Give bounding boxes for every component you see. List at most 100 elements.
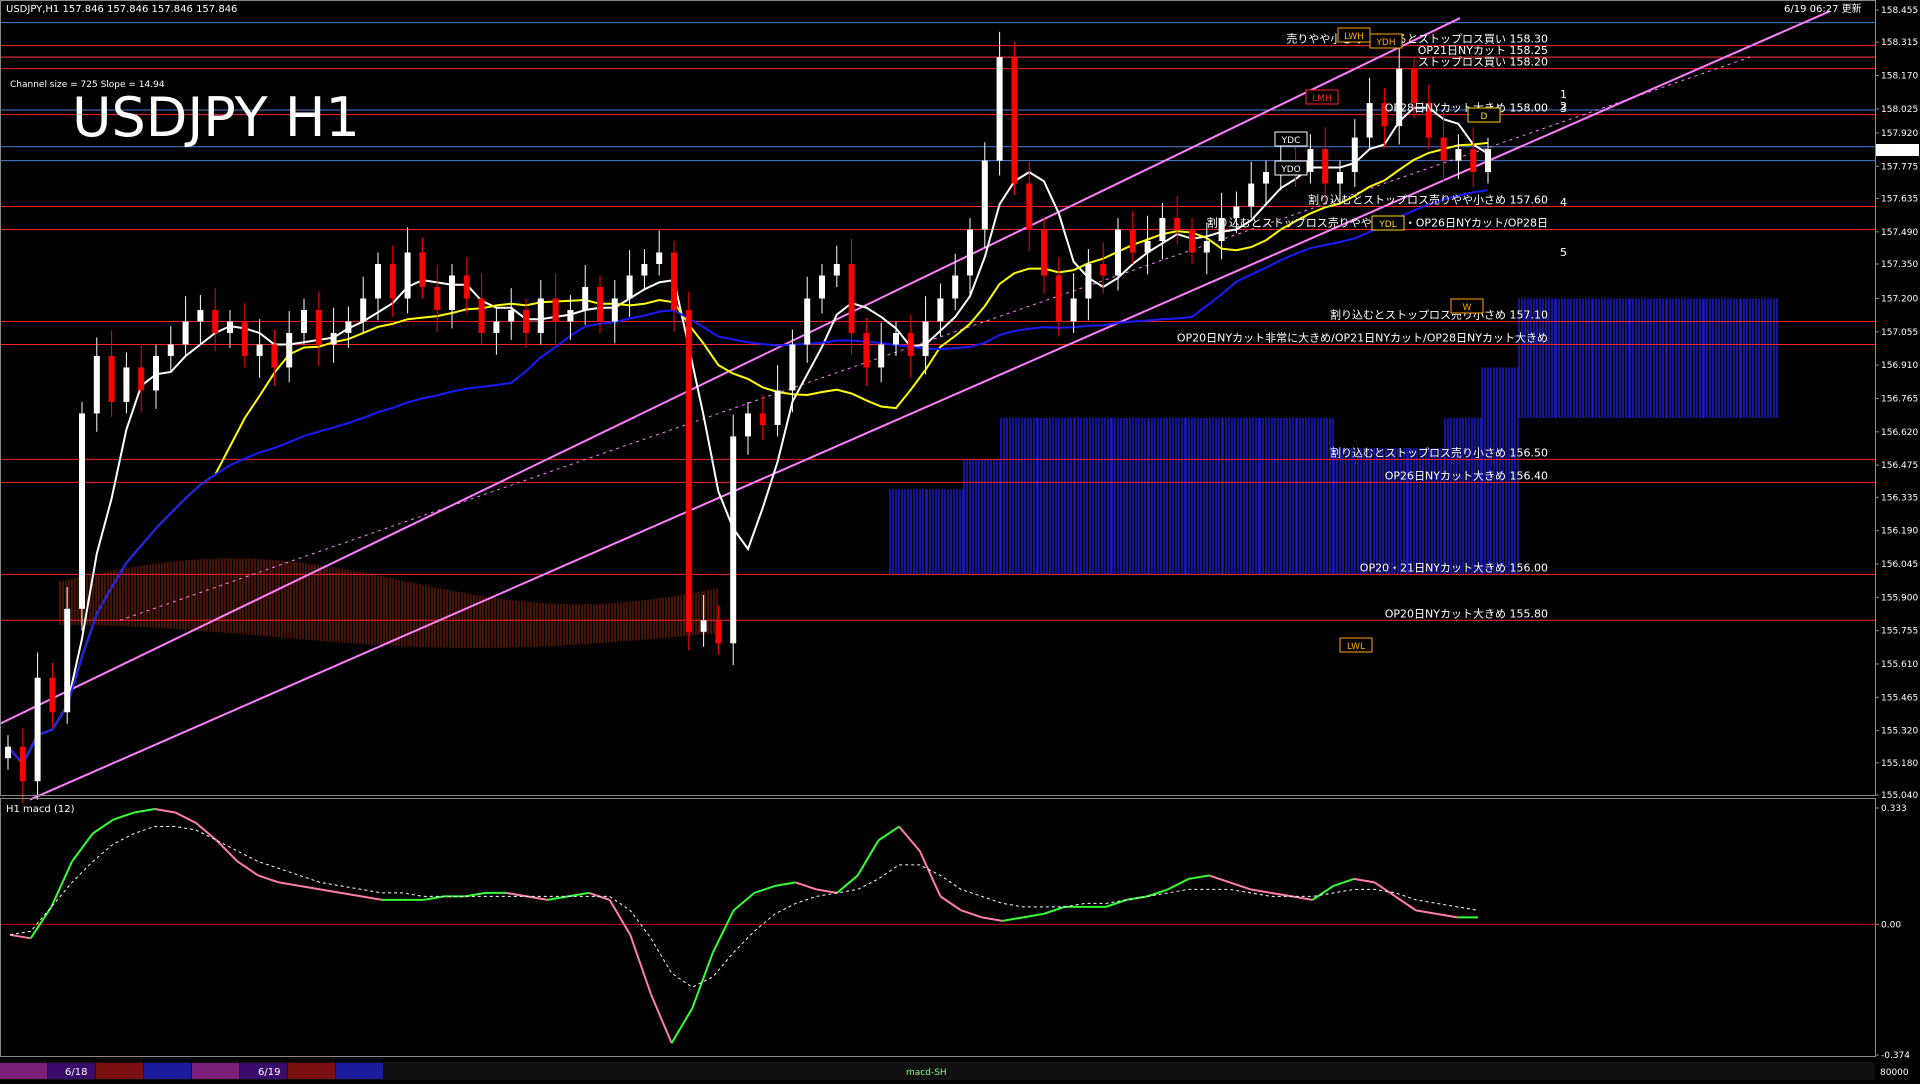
- symbol-info: USDJPY,H1 157.846 157.846 157.846 157.84…: [6, 4, 237, 15]
- marker-lwh-label: LWH: [1344, 32, 1364, 42]
- price-chart[interactable]: 売りやや小さめ・超えるとストップロス買い 158.30OP21日NYカット 15…: [0, 0, 1920, 1080]
- y-tick-label: 156.190: [1881, 527, 1918, 537]
- candle-body: [138, 367, 145, 391]
- candle-body: [212, 309, 219, 333]
- candle-body: [582, 286, 589, 310]
- candle-body: [153, 355, 159, 391]
- y-tick-label: 158.170: [1881, 72, 1918, 82]
- candle-body: [1011, 57, 1018, 184]
- y-tick-label: 156.335: [1881, 493, 1918, 503]
- candle-body: [656, 252, 663, 265]
- y-tick-label: 155.755: [1881, 627, 1918, 637]
- macd-tick-label: 0.333: [1881, 804, 1907, 814]
- level-label: 割り込むとストップロス売り小さめ 157.10: [1330, 307, 1548, 321]
- y-tick-label: 157.350: [1881, 260, 1918, 270]
- level-label: 割り込むとストップロス売りやや小さめ 157.60: [1308, 193, 1548, 207]
- candle-body: [449, 275, 455, 310]
- footer-tab-6-19[interactable]: 6/19: [258, 1067, 280, 1078]
- candle-body: [700, 620, 707, 632]
- candle-body: [804, 298, 811, 345]
- candle-body: [301, 309, 307, 333]
- candle-body: [197, 309, 204, 322]
- candle-body: [759, 413, 766, 425]
- candle-body: [907, 332, 914, 356]
- chart-terminal[interactable]: 売りやや小さめ・超えるとストップロス買い 158.30 OP21日NYカット 15…: [0, 0, 1920, 1080]
- clock-label: 6/19 06:27 更新: [1784, 2, 1862, 15]
- candle-body: [1322, 149, 1329, 184]
- footer-bottom-right: 80000: [1880, 1068, 1909, 1078]
- candle-body: [567, 309, 574, 322]
- candle-body: [967, 229, 973, 276]
- macd-tick-label: -0.374: [1881, 1051, 1910, 1061]
- candle-body: [1100, 264, 1107, 276]
- y-tick-label: 157.920: [1881, 129, 1918, 139]
- y-tick-label: 156.765: [1881, 394, 1918, 404]
- y-tick-label: 157.775: [1881, 162, 1918, 172]
- candle-body: [345, 321, 352, 333]
- level-label: 割り込むとストップロス売り小さめ 156.50: [1330, 445, 1548, 459]
- y-tick-label: 157.490: [1881, 228, 1918, 238]
- candle-body: [478, 298, 485, 333]
- y-tick-label: 156.620: [1881, 428, 1918, 438]
- candle-body: [537, 298, 544, 333]
- y-tick-label: 155.900: [1881, 593, 1918, 603]
- chart-big-title: USDJPY H1: [72, 86, 360, 149]
- candle-body: [286, 332, 293, 368]
- y-tick-label: 158.315: [1881, 38, 1918, 48]
- y-tick-label: 155.040: [1881, 791, 1918, 801]
- marker-ydh-label: YDH: [1375, 38, 1395, 48]
- candle-body: [1189, 229, 1195, 253]
- candle-body: [419, 252, 426, 287]
- candle-body: [463, 275, 470, 299]
- candle-body: [375, 264, 381, 299]
- candle-body: [937, 298, 944, 322]
- projection-label: 4: [1560, 196, 1567, 209]
- candle-body: [878, 344, 885, 368]
- candle-body: [508, 309, 515, 322]
- current-price-tag: [1876, 143, 1919, 156]
- candle-body: [1174, 218, 1181, 230]
- candle-body: [833, 264, 840, 276]
- candle-body: [597, 286, 603, 322]
- footer-block: [192, 1063, 239, 1079]
- candle-body: [108, 355, 115, 402]
- footer-block: [288, 1063, 335, 1079]
- candle-body: [227, 321, 233, 333]
- candle-body: [789, 344, 796, 391]
- macd-title: H1 macd (12): [6, 804, 75, 815]
- footer-status: macd-SH: [906, 1068, 947, 1078]
- y-tick-label: 158.025: [1881, 105, 1918, 115]
- candle-body: [93, 355, 100, 414]
- candle-body: [641, 264, 648, 276]
- macd-tick-label: 0.00: [1881, 920, 1901, 930]
- candle-body: [1055, 275, 1062, 322]
- candle-body: [611, 298, 618, 322]
- candle-body: [1070, 298, 1077, 322]
- candle-body: [493, 321, 500, 333]
- candle-body: [79, 413, 85, 609]
- candle-body: [981, 160, 988, 230]
- y-tick-label: 155.320: [1881, 727, 1918, 737]
- candle-body: [182, 321, 189, 345]
- candle-body: [5, 746, 11, 759]
- level-label: OP28日NYカット大きめ 158.00: [1385, 101, 1548, 115]
- y-tick-label: 158.455: [1881, 6, 1918, 16]
- footer-tab-6-18[interactable]: 6/18: [65, 1067, 87, 1078]
- candle-body: [1455, 149, 1462, 161]
- current-price-tag-text: 157.846: [1788, 147, 1825, 157]
- candle-body: [745, 413, 751, 437]
- footer-block: [144, 1063, 191, 1079]
- candle-body: [1041, 229, 1047, 276]
- candle-body: [1411, 68, 1417, 104]
- marker-lmh-label: LMH: [1312, 94, 1332, 104]
- marker-lwl-label: LWL: [1347, 642, 1365, 652]
- candle-body: [49, 677, 56, 713]
- candle-body: [330, 332, 337, 345]
- candle-body: [1470, 149, 1477, 173]
- projection-label: 3: [1560, 102, 1567, 115]
- y-tick-label: 156.475: [1881, 461, 1918, 471]
- candle-body: [167, 344, 174, 356]
- candle-body: [922, 321, 929, 356]
- candle-body: [1248, 183, 1255, 207]
- candle-body: [19, 746, 26, 782]
